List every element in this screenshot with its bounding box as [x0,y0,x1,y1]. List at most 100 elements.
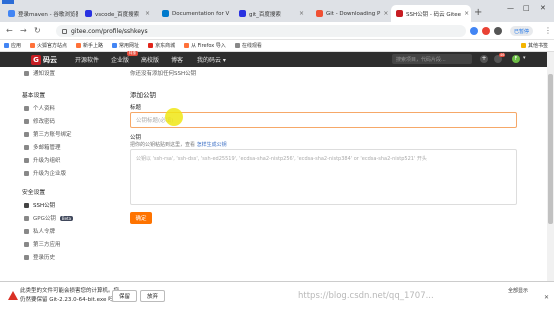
bookmark-item[interactable]: 火狐官方站点 [30,42,67,49]
sidebar-item-upgrade-org[interactable]: 升级为组织 [22,156,114,164]
bookmark-item[interactable]: 常用网址 [112,42,139,49]
address-bar[interactable]: gitee.com/profile/sshkeys [56,25,466,37]
sidebar-item-label: 通知设置 [33,71,56,77]
sidebar-item-third-party-binding[interactable]: 第三方账号绑定 [22,130,114,138]
scrollbar[interactable] [547,52,554,281]
browser-tab[interactable]: git_百度搜索 × [234,5,309,22]
keep-button[interactable]: 保留 [112,290,138,302]
forward-icon[interactable]: → [20,26,27,35]
show-all-button[interactable]: 全部显示 [508,287,528,294]
browser-tab[interactable]: vscode_百度搜索 × [80,5,155,22]
avatar[interactable]: F [512,55,520,63]
public-key-textarea[interactable]: 公钥以 'ssh-rsa', 'ssh-dss', 'ssh-ed25519',… [130,149,517,205]
discard-button[interactable]: 放弃 [140,290,166,302]
tab-favicon-icon [85,10,92,17]
bookmark-item[interactable]: 应用 [4,42,21,49]
minimize-icon[interactable]: — [507,4,514,12]
download-bar: 此类型的文件可能会损害您的计算机。您 仍然要保留 Git-2.23.0-64-b… [0,281,554,311]
nav-my-gitee[interactable]: 我的码云 ▾ [197,55,226,64]
close-icon[interactable]: ✕ [544,294,549,301]
token-icon [24,228,29,234]
bookmark-label: 在线观看 [241,43,262,49]
key-title-input[interactable]: 公钥标题(必填) [130,112,517,128]
gitee-logo[interactable]: G 码云 [31,54,57,65]
bookmark-item[interactable]: 新手上路 [76,42,103,49]
new-tab-icon[interactable]: + [474,7,482,18]
tab-close-icon[interactable]: × [383,10,388,17]
maximize-icon[interactable]: □ [523,4,530,12]
bookmark-label: 火狐官方站点 [37,43,68,49]
sidebar-item-label: 第三方账号绑定 [33,132,72,138]
empty-hint: 你还没有添加任何SSH公钥 [130,71,197,77]
sidebar-item-profile[interactable]: 个人资料 [22,104,114,112]
gitee-search-input[interactable]: 搜索项目，代码片段... [392,54,472,64]
tab-close-icon[interactable]: × [464,10,469,17]
sidebar-item-tokens[interactable]: 私人令牌 [22,227,114,235]
tab-title: git_百度搜索 [249,11,281,18]
extension-icon[interactable] [494,27,502,35]
reload-icon[interactable]: ↻ [34,26,41,35]
link-icon [24,131,29,137]
apps-icon [24,241,29,247]
nav-education[interactable]: 高校版 [141,55,159,64]
browser-tab[interactable]: Documentation for V × [157,5,232,22]
tab-close-icon[interactable]: × [299,10,304,17]
sidebar-item-upgrade-enterprise[interactable]: 升级为企业版 [22,169,114,177]
key-icon [24,118,29,124]
mouse-cursor-highlight [165,108,183,126]
window-icon [2,0,14,4]
tab-favicon-icon [162,10,169,17]
tab-close-icon[interactable]: × [145,10,150,17]
title-label: 标题 [130,105,142,111]
bell-icon [24,70,29,76]
extension-icon[interactable] [470,27,478,35]
apps-icon [4,43,9,48]
upgrade-icon [24,157,29,163]
browser-tab[interactable]: Git - Downloading P × [311,5,389,22]
sidebar-item-label: SSH公钥 [33,203,56,209]
bookmark-label: 从 Firefox 导入 [191,43,226,49]
tab-favicon-icon [396,10,403,17]
bookmark-item[interactable]: 在线观看 [234,42,262,49]
key-icon [24,215,29,221]
nav-opensource[interactable]: 开源软件 [75,55,99,64]
sidebar-item-notifications[interactable]: 通知设置 [22,69,114,77]
browser-toolbar: ← → ↻ gitee.com/profile/sshkeys 已暂停 ⋮ [0,22,554,40]
beta-badge: Beta [59,215,74,221]
sidebar-item-password[interactable]: 修改密码 [22,117,114,125]
sidebar-item-login-history[interactable]: 登录历史 [22,253,114,261]
bookmark-item[interactable]: 从 Firefox 导入 [184,42,226,49]
sidebar-item-gpg-keys[interactable]: GPG公钥 Beta [22,214,114,222]
browser-tab[interactable]: 登录maven - 谷歌浏览器 × [3,5,78,22]
gitee-logo-icon: G [31,54,41,65]
browser-tab-active[interactable]: SSH公钥 - 码云 Gitee × [391,5,471,22]
sidebar-item-ssh-keys[interactable]: SSH公钥 [22,201,114,209]
download-warning-line: 仍然要保留 Git-2.23.0-64-bit.exe 吗? [20,297,117,303]
close-window-icon[interactable]: ✕ [540,4,546,12]
scrollbar-thumb[interactable] [548,74,553,224]
paused-badge[interactable]: 已暂停 [510,26,534,36]
back-icon[interactable]: ← [6,26,13,35]
user-icon [24,105,29,111]
history-icon [24,254,29,260]
sidebar-item-third-party-apps[interactable]: 第三方应用 [22,240,114,248]
key-hint: 把你的公钥粘贴到这里，查看 怎样生成公钥 [130,141,227,148]
tab-title: 登录maven - 谷歌浏览器 [18,11,78,18]
tab-title: SSH公钥 - 码云 Gitee [406,11,462,18]
sidebar-section-title: 安全设置 [22,190,46,196]
how-to-generate-link[interactable]: 怎样生成公钥 [197,142,227,148]
extension-icon[interactable] [482,27,490,35]
warning-icon [8,291,18,300]
sidebar-item-emails[interactable]: 多邮箱管理 [22,143,114,151]
dropdown-icon[interactable]: ▾ [523,55,526,61]
add-icon[interactable]: + [480,55,488,63]
nav-blog[interactable]: 博客 [171,55,183,64]
gitee-header: G 码云 开源软件 企业版 特惠 高校版 博客 我的码云 ▾ 搜索项目，代码片段… [0,51,554,67]
menu-icon[interactable]: ⋮ [544,26,552,35]
nav-enterprise[interactable]: 企业版 [111,55,129,64]
submit-button[interactable]: 确定 [130,212,152,224]
lock-icon [62,28,67,34]
upgrade-icon [24,170,29,176]
other-bookmarks[interactable]: 其他书签 [520,42,548,49]
bookmark-item[interactable]: 京东商城 [148,42,175,49]
